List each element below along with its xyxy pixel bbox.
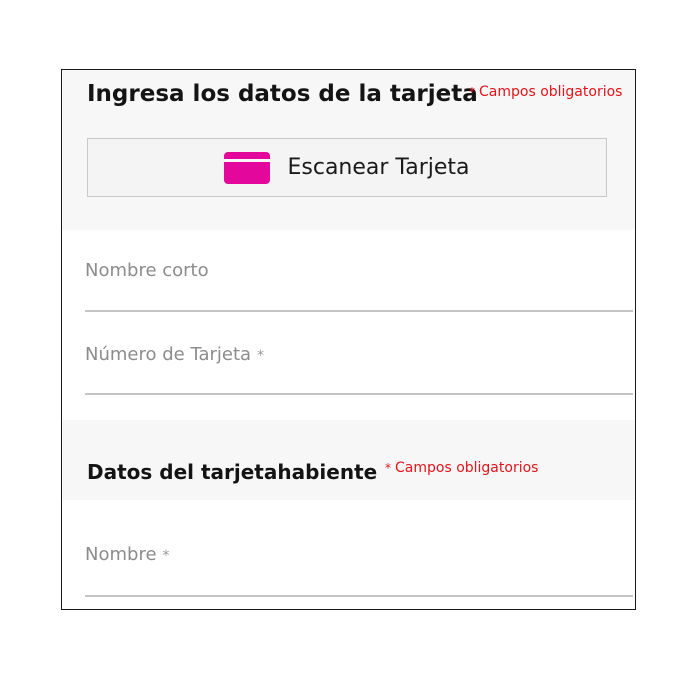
required-note-text: Campos obligatorios [395,460,539,476]
card-form: Ingresa los datos de la tarjeta * Campos … [61,69,636,610]
card-number-required-mark: * [257,348,265,364]
credit-card-icon [224,151,271,184]
required-star: * [385,461,391,475]
holder-name-placeholder: Nombre * [85,544,170,565]
holder-fields-panel: Nombre * [62,500,635,609]
card-fields-panel: Nombre corto Número de Tarjeta * [62,230,635,420]
card-number-field[interactable]: Número de Tarjeta * [85,341,633,397]
holder-name-required-mark: * [162,548,170,564]
holder-required-note: * Campos obligatorios [385,460,538,476]
scan-card-label: Escanear Tarjeta [287,155,470,180]
card-section-title: Ingresa los datos de la tarjeta [87,81,478,107]
short-name-placeholder: Nombre corto [85,260,209,281]
card-number-label: Número de Tarjeta [85,344,252,365]
card-number-underline [85,393,633,395]
scan-card-button[interactable]: Escanear Tarjeta [87,138,607,197]
required-star: * [469,85,475,99]
card-number-placeholder: Número de Tarjeta * [85,344,264,365]
short-name-underline [85,310,633,312]
card-required-note: * Campos obligatorios [469,84,622,100]
holder-section-title: Datos del tarjetahabiente [87,460,378,484]
holder-name-field[interactable]: Nombre * [85,542,633,598]
required-note-text: Campos obligatorios [479,84,623,100]
holder-name-underline [85,595,633,597]
holder-name-label: Nombre [85,544,157,565]
short-name-field[interactable]: Nombre corto [85,257,633,313]
